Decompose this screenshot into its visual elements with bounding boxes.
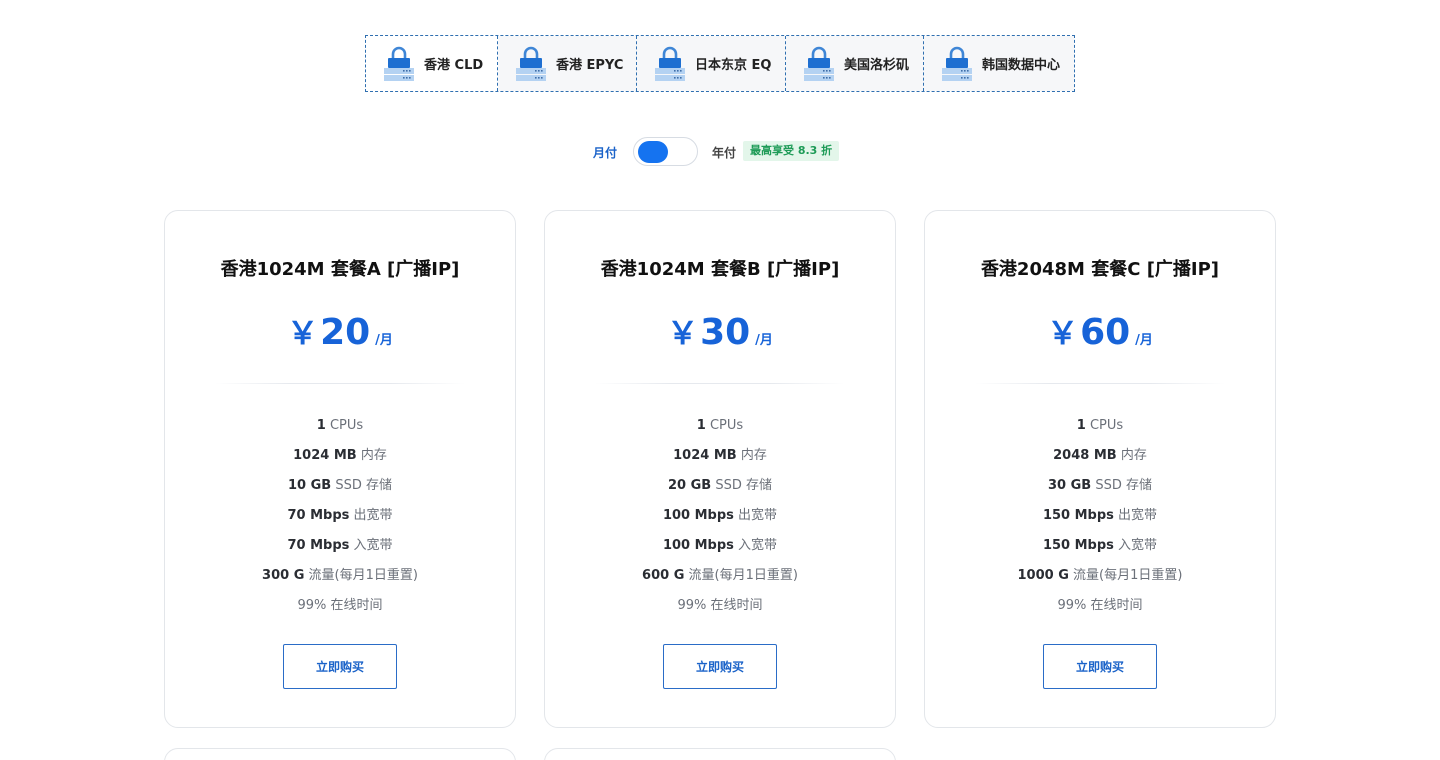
- feature-memory: 2048 MB 内存: [1053, 448, 1147, 463]
- billing-cycle-toggle: 月付 年付 最高享受 8.3 折: [0, 136, 1440, 166]
- server-lock-icon: [384, 46, 414, 81]
- tab-label: 日本东京 EQ: [695, 58, 772, 73]
- feature-ingress: 100 Mbps 入宽带: [662, 538, 778, 553]
- tab-kr-datacenter[interactable]: 韩国数据中心: [924, 36, 1074, 91]
- plan-price: ￥ 30 /月: [545, 308, 895, 358]
- currency-symbol: ￥: [287, 316, 319, 352]
- tab-jp-tokyo-eq[interactable]: 日本东京 EQ: [637, 36, 786, 91]
- buy-now-button[interactable]: 立即购买: [283, 644, 397, 689]
- divider: [595, 383, 845, 384]
- feature-ingress: 150 Mbps 入宽带: [1042, 538, 1158, 553]
- feature-disk: 30 GB SSD 存储: [1048, 478, 1152, 493]
- plan-card: 香港1024M 套餐A [广播IP] ￥ 20 /月 1 CPUs 1024 M…: [164, 210, 516, 728]
- tab-label: 韩国数据中心: [982, 58, 1061, 73]
- monthly-label[interactable]: 月付: [593, 144, 617, 161]
- feature-list: 1 CPUs 2048 MB 内存 30 GB SSD 存储 150 Mbps …: [925, 411, 1275, 621]
- plan-name: 香港2048M 套餐C [广播IP]: [980, 259, 1220, 280]
- tab-us-la[interactable]: 美国洛杉矶: [786, 36, 924, 91]
- server-lock-icon: [516, 46, 546, 81]
- divider: [215, 383, 465, 384]
- tab-hk-epyc[interactable]: 香港 EPYC: [498, 36, 637, 91]
- feature-egress: 150 Mbps 出宽带: [1042, 508, 1158, 523]
- feature-cpu: 1 CPUs: [316, 418, 364, 433]
- feature-traffic: 600 G 流量(每月1日重置): [642, 568, 798, 583]
- server-lock-icon: [655, 46, 685, 81]
- plan-name: 香港1024M 套餐B [广播IP]: [600, 259, 840, 280]
- currency-symbol: ￥: [667, 316, 699, 352]
- buy-now-button[interactable]: 立即购买: [663, 644, 777, 689]
- tab-hk-cld[interactable]: 香港 CLD: [366, 36, 498, 91]
- billing-switch[interactable]: [633, 137, 698, 166]
- plan-price: ￥ 20 /月: [165, 308, 515, 358]
- plan-price: ￥ 60 /月: [925, 308, 1275, 358]
- feature-list: 1 CPUs 1024 MB 内存 10 GB SSD 存储 70 Mbps 出…: [165, 411, 515, 621]
- price-unit: /月: [375, 333, 393, 348]
- price-amount: 60: [1080, 312, 1131, 353]
- discount-badge: 最高享受 8.3 折: [743, 141, 840, 161]
- server-lock-icon: [804, 46, 834, 81]
- feature-disk: 20 GB SSD 存储: [668, 478, 772, 493]
- feature-uptime: 99% 在线时间: [297, 598, 383, 613]
- feature-memory: 1024 MB 内存: [293, 448, 387, 463]
- feature-traffic: 300 G 流量(每月1日重置): [262, 568, 418, 583]
- feature-egress: 70 Mbps 出宽带: [287, 508, 393, 523]
- tab-label: 美国洛杉矶: [844, 58, 910, 73]
- switch-knob: [638, 141, 668, 163]
- plan-name: 香港1024M 套餐A [广播IP]: [220, 259, 460, 280]
- feature-egress: 100 Mbps 出宽带: [662, 508, 778, 523]
- currency-symbol: ￥: [1047, 316, 1079, 352]
- tab-label: 香港 EPYC: [556, 58, 624, 73]
- feature-cpu: 1 CPUs: [1076, 418, 1124, 433]
- plan-card: 香港1024M 套餐B [广播IP] ￥ 30 /月 1 CPUs 1024 M…: [544, 210, 896, 728]
- plan-card: 香港2048M 套餐C [广播IP] ￥ 60 /月 1 CPUs 2048 M…: [924, 210, 1276, 728]
- feature-memory: 1024 MB 内存: [673, 448, 767, 463]
- feature-disk: 10 GB SSD 存储: [288, 478, 392, 493]
- region-tabs: 香港 CLD 香港 EPYC 日本东京 EQ 美国洛杉矶 韩国数据中心: [365, 35, 1075, 92]
- price-unit: /月: [1135, 333, 1153, 348]
- price-amount: 20: [320, 312, 371, 353]
- yearly-label[interactable]: 年付: [712, 144, 736, 161]
- feature-uptime: 99% 在线时间: [1057, 598, 1143, 613]
- server-lock-icon: [942, 46, 972, 81]
- feature-list: 1 CPUs 1024 MB 内存 20 GB SSD 存储 100 Mbps …: [545, 411, 895, 621]
- feature-uptime: 99% 在线时间: [677, 598, 763, 613]
- price-amount: 30: [700, 312, 751, 353]
- divider: [975, 383, 1225, 384]
- plan-card: [164, 748, 516, 760]
- feature-traffic: 1000 G 流量(每月1日重置): [1017, 568, 1183, 583]
- price-unit: /月: [755, 333, 773, 348]
- feature-cpu: 1 CPUs: [696, 418, 744, 433]
- feature-ingress: 70 Mbps 入宽带: [287, 538, 393, 553]
- buy-now-button[interactable]: 立即购买: [1043, 644, 1157, 689]
- plan-card: [544, 748, 896, 760]
- tab-label: 香港 CLD: [424, 58, 484, 73]
